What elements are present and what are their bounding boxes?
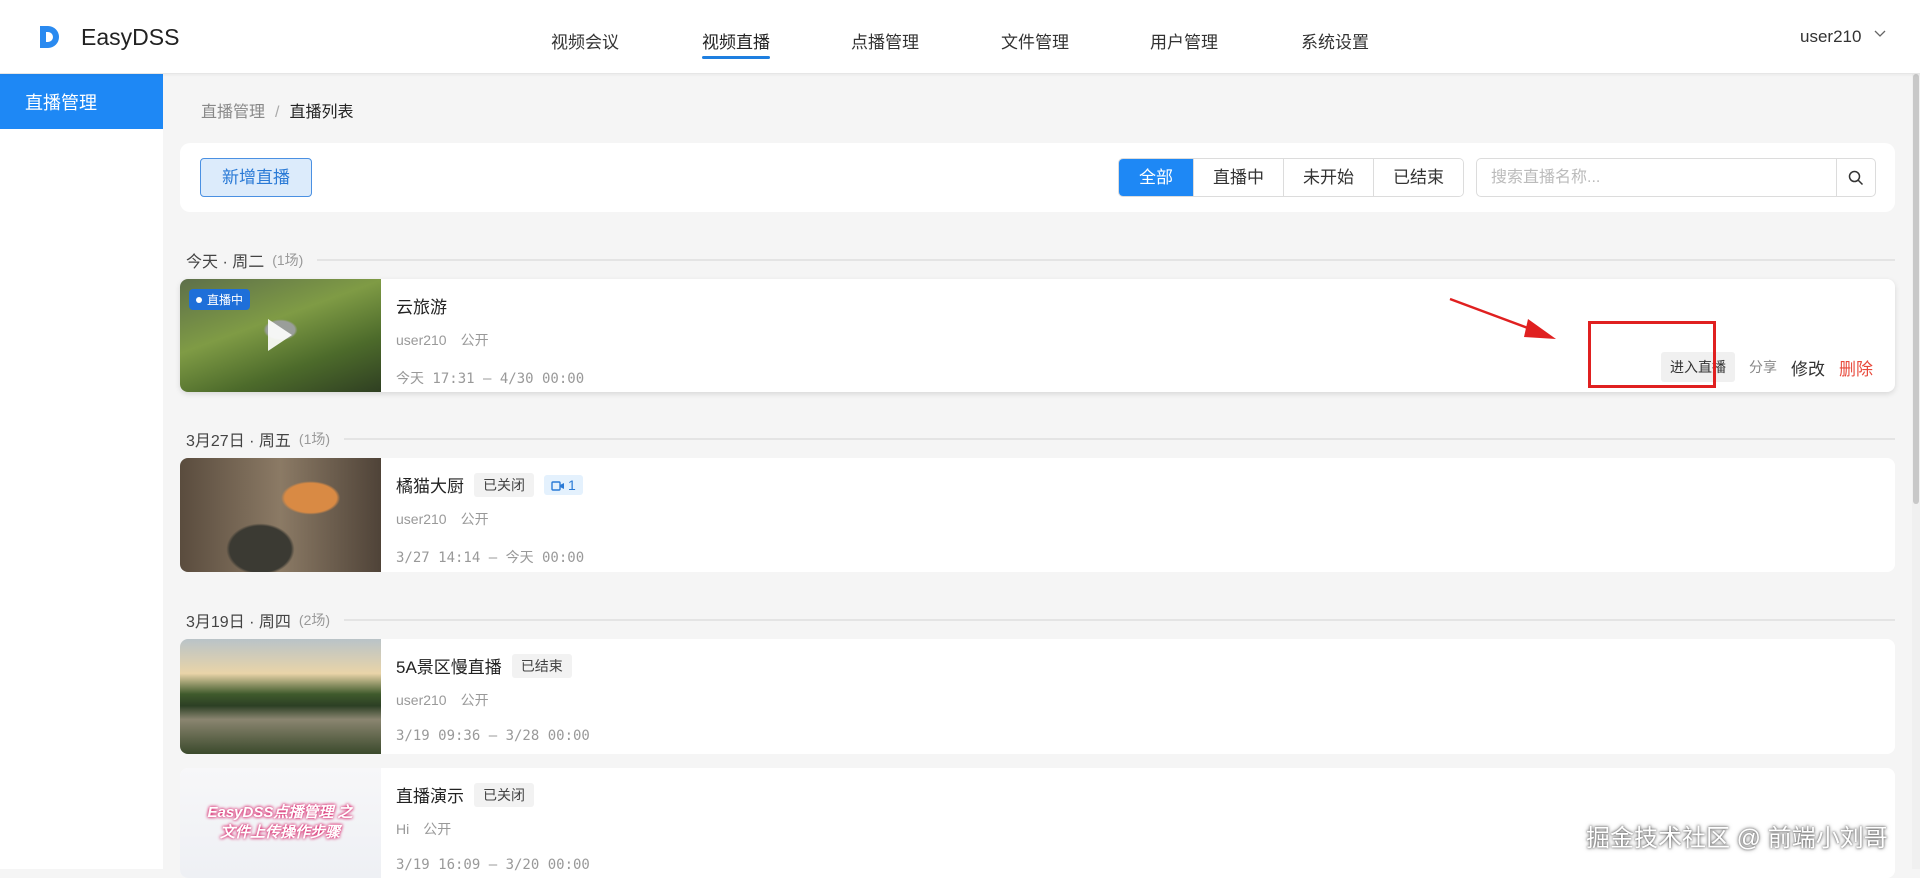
live-time-range: 今天 17:31 – 4/30 00:00	[396, 371, 585, 387]
group-count: (1场)	[298, 431, 331, 447]
group-date: 3月19日 · 周四	[186, 614, 291, 631]
annotation-highlight-box	[1588, 321, 1716, 388]
live-meta: user210 公开	[396, 690, 590, 710]
toolbar: 新增直播 全部 直播中 未开始 已结束	[180, 143, 1895, 212]
live-time-range: 3/19 16:09 – 3/20 00:00	[396, 857, 590, 873]
group-count: (1场)	[272, 252, 304, 268]
group-date: 今天 · 周二	[186, 254, 265, 271]
live-title-row: 直播演示 已关闭	[396, 782, 590, 807]
live-visibility: 公开	[460, 332, 489, 348]
sidebar-item-live-management[interactable]: 直播管理	[0, 74, 163, 129]
live-owner: Hi	[396, 821, 410, 837]
group-date: 3月27日 · 周五	[186, 433, 291, 450]
live-title[interactable]: 橘猫大厨	[396, 472, 464, 497]
live-title-row: 云旅游	[396, 293, 584, 318]
live-thumbnail[interactable]	[180, 639, 381, 754]
status-tag: 已关闭	[474, 472, 534, 497]
thumbnail-caption: EasyDSS点播管理 之文件上传操作步骤	[207, 804, 353, 841]
divider	[317, 259, 1895, 261]
brand-name: EasyDSS	[81, 24, 180, 50]
live-owner: user210	[396, 511, 447, 527]
live-info: 5A景区慢直播 已结束 user210 公开 3/19 09:36 – 3/28 00:…	[396, 653, 590, 744]
live-title[interactable]: 云旅游	[396, 293, 447, 318]
live-card[interactable]: 5A景区慢直播 已结束 user210 公开 3/19 09:36 – 3/28 00:…	[180, 639, 1895, 754]
live-title-row: 橘猫大厨 已关闭 1	[396, 472, 584, 497]
date-group-header: 3月19日 · 周四 (2场)	[186, 608, 1895, 632]
play-icon[interactable]	[268, 319, 292, 351]
delete-button[interactable]: 删除	[1839, 355, 1873, 380]
status-filter-group: 全部 直播中 未开始 已结束	[1118, 158, 1464, 197]
filter-tab[interactable]: 直播中	[1193, 159, 1283, 196]
live-visibility: 公开	[423, 821, 452, 837]
status-tag: 已结束	[511, 653, 572, 678]
breadcrumb-parent[interactable]: 直播管理	[201, 104, 265, 121]
live-title[interactable]: 5A景区慢直播	[396, 653, 502, 678]
nav-item[interactable]: 视频会议	[551, 28, 619, 53]
sidebar: 直播管理	[0, 74, 163, 869]
filter-tab[interactable]: 已结束	[1373, 159, 1463, 196]
live-visibility: 公开	[460, 692, 489, 708]
date-group-header: 3月27日 · 周五 (1场)	[186, 427, 1895, 451]
live-thumbnail[interactable]	[180, 458, 381, 572]
nav-item[interactable]: 用户管理	[1150, 28, 1218, 53]
live-title-row: 5A景区慢直播 已结束	[396, 653, 590, 678]
live-info: 云旅游 user210 公开今天 17:31 – 4/30 00:00	[396, 293, 584, 388]
camera-count-badge: 1	[544, 474, 583, 495]
date-group-header: 今天 · 周二 (1场)	[186, 248, 1895, 272]
filter-tab[interactable]: 全部	[1119, 159, 1193, 196]
scrollbar-thumb[interactable]	[1913, 74, 1919, 504]
top-header: EasyDSS 视频会议 视频直播 点播管理 文件管理 用户管理 系统设置 user210	[0, 0, 1920, 74]
live-title[interactable]: 直播演示	[396, 782, 464, 807]
live-info: 直播演示 已关闭 Hi 公开 3/19 16:09 – 3/20 00:00	[396, 782, 590, 873]
chevron-down-icon[interactable]	[1874, 28, 1886, 40]
live-visibility: 公开	[460, 511, 489, 527]
group-count: (2场)	[298, 612, 331, 628]
search-button[interactable]	[1836, 159, 1875, 196]
new-live-button[interactable]: 新增直播	[200, 158, 312, 197]
live-meta: user210 公开	[396, 509, 584, 529]
annotation-arrow-icon	[1449, 297, 1556, 339]
nav-item[interactable]: 文件管理	[1001, 28, 1069, 53]
camera-count: 1	[568, 476, 576, 493]
breadcrumb: 直播管理 / 直播列表	[201, 98, 353, 122]
nav-item[interactable]: 点播管理	[851, 28, 919, 53]
divider	[344, 438, 1895, 440]
breadcrumb-separator: /	[275, 104, 280, 121]
live-time-range: 3/27 14:14 – 今天 00:00	[396, 550, 585, 566]
breadcrumb-current: 直播列表	[289, 104, 354, 121]
search-box	[1476, 158, 1876, 197]
live-thumbnail[interactable]: EasyDSS点播管理 之文件上传操作步骤	[180, 768, 381, 878]
live-meta: Hi 公开	[396, 819, 590, 839]
live-owner: user210	[396, 692, 447, 708]
nav-item[interactable]: 系统设置	[1301, 28, 1369, 53]
scrollbar[interactable]	[1912, 74, 1920, 869]
easydss-logo-icon	[40, 26, 59, 48]
live-time-range: 3/19 09:36 – 3/28 00:00	[396, 728, 590, 744]
user-menu[interactable]: user210	[1800, 27, 1861, 47]
share-button[interactable]: 分享	[1749, 357, 1777, 377]
live-meta: user210 公开	[396, 330, 584, 350]
filter-tab[interactable]: 未开始	[1283, 159, 1373, 196]
search-input[interactable]	[1477, 159, 1837, 196]
search-icon	[1848, 170, 1864, 185]
status-tag: 已关闭	[474, 782, 534, 807]
live-card[interactable]: 橘猫大厨 已关闭 1 user210 公开 3/27 14:14 – 今天 00:00	[180, 458, 1895, 572]
live-status-badge: 直播中	[189, 289, 251, 310]
live-info: 橘猫大厨 已关闭 1 user210 公开 3/27 14:14 – 今天 00:00	[396, 472, 584, 567]
nav-item[interactable]: 视频直播	[702, 28, 770, 59]
live-thumbnail[interactable]: 直播中	[180, 279, 381, 392]
live-owner: user210	[396, 332, 447, 348]
camera-icon	[551, 480, 564, 491]
divider	[344, 619, 1895, 621]
edit-button[interactable]: 修改	[1791, 355, 1825, 380]
watermark: 掘金技术社区 @ 前端小刘哥	[1586, 825, 1888, 852]
